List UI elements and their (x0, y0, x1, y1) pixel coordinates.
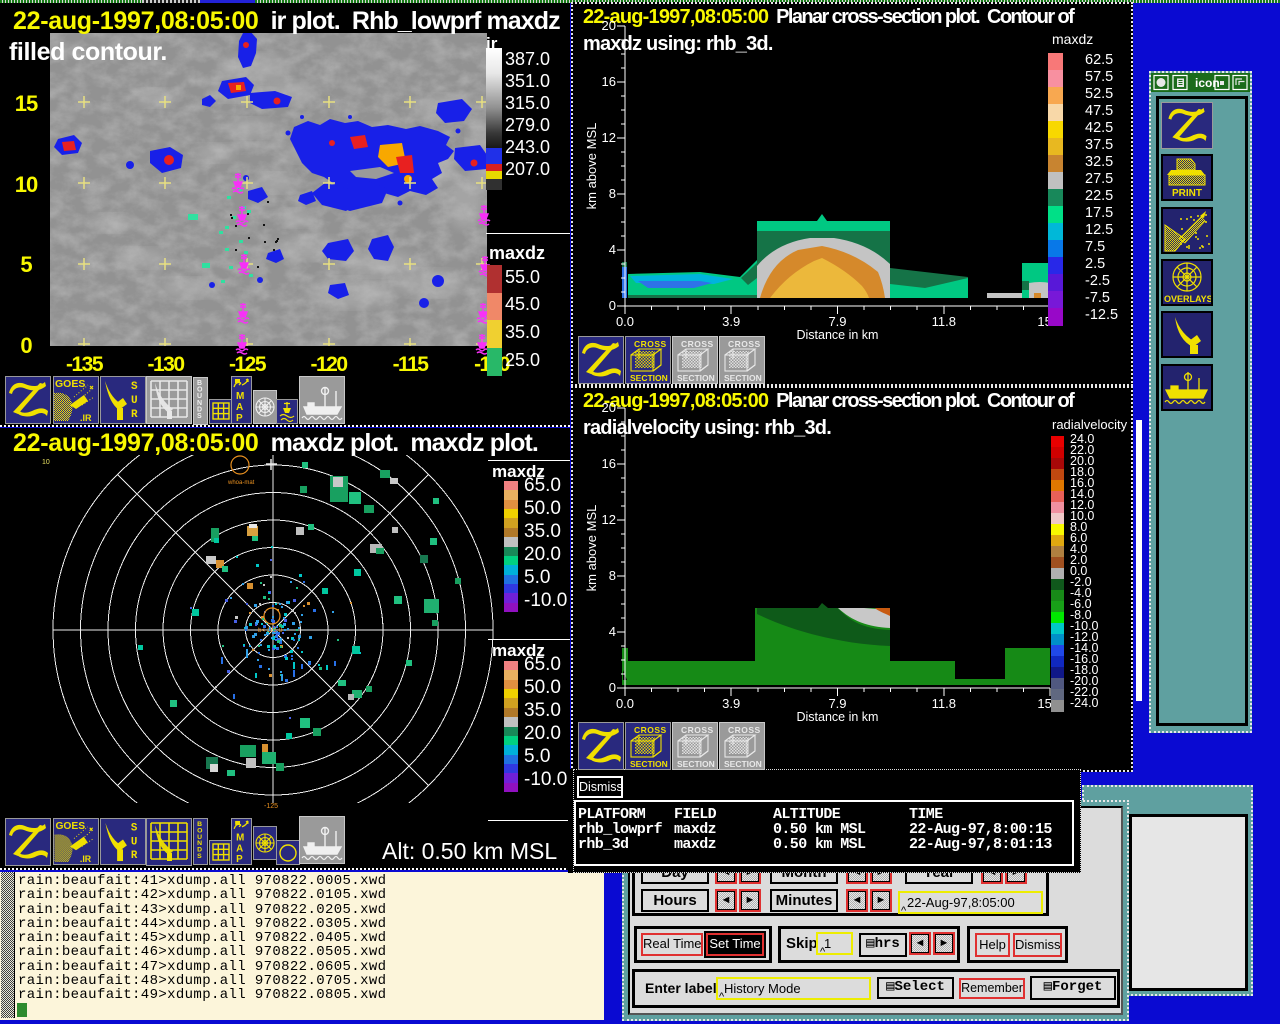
svg-text:GOES: GOES (55, 378, 85, 390)
svg-text:4: 4 (609, 624, 616, 639)
svg-text:SECTION: SECTION (630, 759, 668, 769)
svg-text:CROSS: CROSS (728, 725, 761, 735)
svg-text:-125: -125 (264, 803, 278, 810)
svg-text:A: A (236, 402, 243, 413)
svg-text:16: 16 (602, 74, 616, 89)
svg-text:S: S (197, 853, 202, 860)
svg-text:7.9: 7.9 (828, 696, 846, 711)
svg-text:3.9: 3.9 (722, 696, 740, 711)
svg-text:M: M (236, 833, 244, 844)
svg-text:A: A (236, 843, 243, 854)
svg-text:OVERLAYS: OVERLAYS (1164, 294, 1211, 304)
svg-text:SECTION: SECTION (677, 373, 715, 383)
svg-text:Distance in km: Distance in km (797, 328, 879, 342)
svg-text:8: 8 (609, 186, 616, 201)
svg-text:CROSS: CROSS (681, 339, 714, 349)
svg-text:P: P (236, 854, 243, 864)
svg-text:km above MSL: km above MSL (584, 123, 599, 210)
svg-text:R: R (131, 850, 138, 862)
svg-text:U: U (131, 395, 138, 407)
svg-text:M: M (236, 391, 244, 402)
svg-text:SECTION: SECTION (677, 759, 715, 769)
svg-text:.IR: .IR (80, 413, 92, 423)
svg-text:S: S (197, 413, 202, 420)
svg-text:12: 12 (602, 512, 616, 527)
svg-text:CROSS: CROSS (728, 339, 761, 349)
svg-text:SECTION: SECTION (630, 373, 668, 383)
svg-text:7.9: 7.9 (828, 314, 846, 329)
svg-text:4: 4 (609, 242, 616, 257)
svg-text:SECTION: SECTION (724, 373, 762, 383)
svg-text:b<-125-8: b<-125-8 (258, 628, 283, 634)
svg-text:Distance in km: Distance in km (797, 710, 879, 724)
svg-text:P: P (236, 413, 243, 423)
svg-text:CROSS: CROSS (634, 725, 667, 735)
svg-text:20: 20 (602, 18, 616, 33)
svg-text:icon: icon (1195, 76, 1220, 90)
svg-text:SECTION: SECTION (724, 759, 762, 769)
svg-text:km above MSL: km above MSL (584, 505, 599, 592)
svg-text:12: 12 (602, 130, 616, 145)
svg-text:.IR: .IR (80, 854, 92, 864)
svg-text:PRINT: PRINT (1172, 188, 1202, 199)
svg-text:CROSS: CROSS (681, 725, 714, 735)
svg-text:0.0: 0.0 (616, 314, 634, 329)
svg-text:S: S (131, 823, 138, 835)
svg-text:R: R (131, 409, 138, 421)
svg-text:0: 0 (609, 680, 616, 695)
svg-text:11.8: 11.8 (932, 696, 956, 711)
svg-text:0: 0 (609, 298, 616, 313)
svg-text:0.0: 0.0 (616, 696, 634, 711)
svg-text:3.9: 3.9 (722, 314, 740, 329)
svg-text:whoa-mat: whoa-mat (227, 480, 255, 486)
svg-text:S: S (131, 381, 138, 393)
svg-text:U: U (131, 836, 137, 848)
svg-text:11.8: 11.8 (932, 314, 956, 329)
svg-text:CROSS: CROSS (634, 339, 667, 349)
svg-text:GOES: GOES (55, 821, 85, 832)
svg-text:10: 10 (42, 459, 50, 466)
svg-text:16: 16 (602, 456, 616, 471)
svg-text:20: 20 (602, 400, 616, 415)
svg-text:8: 8 (609, 568, 616, 583)
